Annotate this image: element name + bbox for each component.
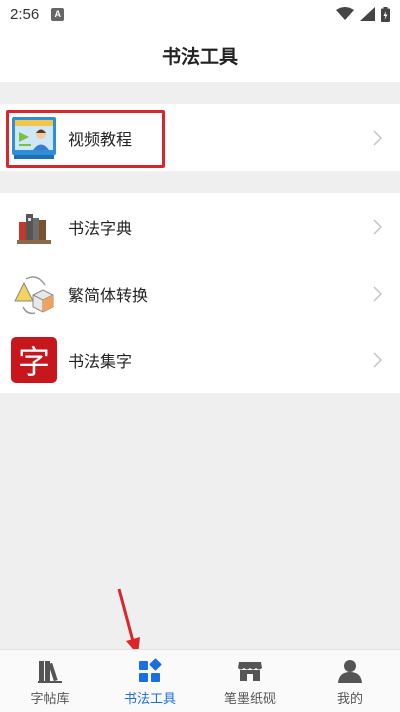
nav-item-tools[interactable]: 书法工具 [100, 650, 200, 712]
person-icon [338, 660, 362, 683]
nav-label-tools: 书法工具 [123, 692, 176, 707]
video-tutorial-icon [11, 115, 57, 161]
chevron-right-icon [373, 129, 382, 146]
tools-section-2: 书法字典 繁简体转换 字 书法集字 [0, 193, 400, 393]
shapes-convert-icon [11, 271, 57, 317]
nav-item-store[interactable]: 笔墨纸砚 [200, 650, 300, 712]
tools-section-1: 视频教程 [0, 104, 400, 171]
video-tutorial-row[interactable]: 视频教程 [0, 104, 400, 171]
status-time: 2:56 [10, 5, 40, 23]
calligraphy-dictionary-row[interactable]: 书法字典 [0, 193, 400, 260]
chevron-right-icon [373, 285, 382, 302]
notification-icon: A [51, 7, 65, 21]
zi-glyph: 字 [17, 342, 50, 381]
traditional-simplified-label: 繁简体转换 [68, 285, 149, 305]
books-icon [11, 204, 57, 250]
video-tutorial-label: 视频教程 [68, 129, 133, 149]
calligraphy-collection-row[interactable]: 字 书法集字 [0, 326, 400, 393]
status-icons [336, 6, 390, 22]
bottom-nav: 字帖库 书法工具 笔墨纸砚 我的 [0, 649, 400, 712]
status-bar: 2:56 A [0, 0, 400, 28]
calligraphy-dictionary-label: 书法字典 [68, 218, 133, 238]
nav-label-store: 笔墨纸砚 [223, 692, 276, 707]
nav-item-profile[interactable]: 我的 [300, 650, 400, 712]
chevron-right-icon [373, 351, 382, 368]
title-bar: 书法工具 [0, 28, 400, 82]
calligraphy-collection-label: 书法集字 [68, 351, 133, 371]
nav-label-library: 字帖库 [30, 692, 70, 707]
battery-icon [381, 6, 390, 22]
chevron-right-icon [373, 218, 382, 235]
library-icon [38, 661, 62, 683]
nav-item-library[interactable]: 字帖库 [0, 650, 100, 712]
nav-label-profile: 我的 [336, 692, 363, 707]
store-icon [238, 662, 262, 681]
tools-grid-icon [139, 658, 162, 682]
page-title: 书法工具 [161, 45, 238, 68]
arrow-annotation [117, 588, 140, 655]
zi-character-icon: 字 [11, 336, 57, 383]
traditional-simplified-row[interactable]: 繁简体转换 [0, 260, 400, 327]
signal-icon [360, 7, 375, 21]
wifi-icon [336, 7, 354, 20]
